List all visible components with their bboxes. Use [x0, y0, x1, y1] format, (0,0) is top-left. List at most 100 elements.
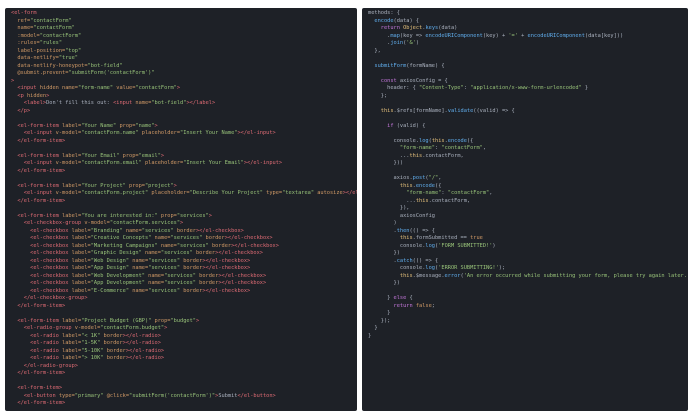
code-token: error [444, 272, 461, 279]
code-line: </p> [11, 108, 355, 116]
code-token: <el-radio [11, 332, 63, 339]
code-token: "Project Budget (GBP)" [81, 317, 152, 324]
code-token: <label> [11, 100, 47, 106]
script-code-panel: methods: { encode(data) { return Object.… [362, 8, 688, 411]
code-token: <el-checkbox [11, 280, 72, 286]
code-token: encode [374, 17, 394, 24]
code-token: name= [151, 235, 171, 241]
code-token: <el-button [11, 392, 59, 399]
code-token: prop= [151, 317, 171, 324]
code-line: </el-form-item> [11, 198, 355, 206]
code-token: return [380, 25, 404, 31]
code-token: label= [62, 212, 82, 219]
code-token: border [100, 340, 123, 346]
code-token: > [164, 325, 168, 331]
code-token: } [368, 325, 378, 331]
code-token: "services" [170, 235, 203, 241]
code-token: } [368, 310, 391, 316]
code-token: border [202, 235, 225, 241]
code-line: return Object.keys(data) [368, 25, 686, 33]
code-token: "E-Commerce" [90, 287, 130, 294]
code-token: prop= [125, 182, 145, 189]
code-line: }) [368, 280, 686, 288]
code-token: this [431, 137, 445, 144]
code-token: v-model= [74, 325, 101, 331]
code-token: "contactForm" [39, 32, 82, 39]
code-token: label= [62, 355, 82, 361]
code-token: label= [62, 317, 82, 324]
code-token: "services" [141, 227, 174, 234]
code-token: <el-checkbox [11, 227, 72, 234]
code-line: console.log('ERROR SUBMITTING!'); [368, 265, 686, 273]
code-token: "App Design" [90, 265, 130, 271]
code-token: name= [129, 265, 149, 271]
code-token: (() => { [412, 257, 439, 264]
code-token: , [489, 190, 493, 196]
code-token: autosize [314, 190, 343, 196]
code-line: <el-checkbox label="Web Development" nam… [11, 273, 355, 281]
code-token: prop= [116, 122, 136, 129]
code-line: this.formSubmitted == true [368, 235, 686, 243]
code-token: @click= [103, 392, 130, 399]
code-token: border [180, 257, 203, 264]
code-token: </el-radio-group> [11, 362, 78, 369]
code-line: <el-form-item label="Your Name" prop="na… [11, 123, 355, 131]
code-token: border [173, 227, 196, 234]
code-token: ></el-checkbox> [224, 235, 273, 241]
code-line: data-netlify-honeypot="bot-field" [11, 63, 355, 71]
code-token: <p [11, 92, 27, 99]
code-token: header: { [368, 85, 420, 91]
code-line: <el-checkbox label="E-Commerce" name="se… [11, 288, 355, 296]
code-token: prop= [119, 152, 139, 159]
code-token: ></el-radio> [122, 332, 161, 339]
code-token: > [160, 152, 165, 159]
code-token: <el-input [11, 190, 56, 196]
code-token: > [46, 92, 50, 99]
code-token: 'FORM SUBMITTED!' [438, 242, 493, 249]
code-token: "Insert Your Email" [183, 160, 244, 166]
code-token: }, [368, 47, 381, 54]
code-line: const axiosConfig = { [368, 78, 686, 86]
code-token: </el-checkbox-group> [11, 295, 88, 301]
code-token: name= [157, 242, 177, 249]
code-token: this [409, 152, 423, 159]
code-token: type= [262, 190, 283, 196]
code-token: ></el-input> [342, 190, 357, 196]
code-token: type= [58, 392, 75, 399]
code-token: border [208, 242, 232, 249]
code-token: ) [368, 220, 397, 226]
code-line: @submit.prevent="submitForm('contactForm… [11, 70, 355, 78]
code-line: .join('&') [368, 40, 686, 48]
code-token: @submit.prevent= [11, 70, 69, 76]
code-line: header: { "Content-Type": "application/x… [368, 85, 686, 93]
code-token: , [482, 145, 487, 151]
code-token: v-model= [55, 160, 82, 166]
code-token: data-netlify-honeypot= [11, 62, 88, 69]
code-line: <el-input v-model="contactForm.email" pl… [11, 160, 355, 168]
code-token: "submitForm('contactForm')" [68, 70, 155, 76]
code-line: } [368, 325, 686, 333]
code-token: ); [498, 265, 506, 271]
code-line: <el-form-item label="You are interested … [11, 213, 355, 221]
code-token: ></el-radio> [125, 355, 165, 361]
code-line: <el-radio label="1-5K" border></el-radio… [11, 340, 355, 348]
code-line: console.log(this.encode({ [368, 138, 686, 146]
code-token: "contactForm.email" [81, 160, 142, 166]
code-token: , [438, 175, 442, 181]
code-token: border [195, 272, 219, 279]
code-token: "Web Design" [90, 257, 130, 264]
code-token: "Creative Concepts" [90, 235, 152, 241]
code-line: "form-name": "contactForm", [368, 145, 686, 153]
code-token: <el-checkbox [11, 272, 72, 279]
code-token: '=' [508, 32, 518, 39]
code-token: label= [62, 152, 82, 159]
code-line: <el-radio label="> 10K" border></el-radi… [11, 355, 355, 363]
code-line: <el-form [11, 10, 355, 18]
code-token: "contactForm" [447, 190, 490, 196]
